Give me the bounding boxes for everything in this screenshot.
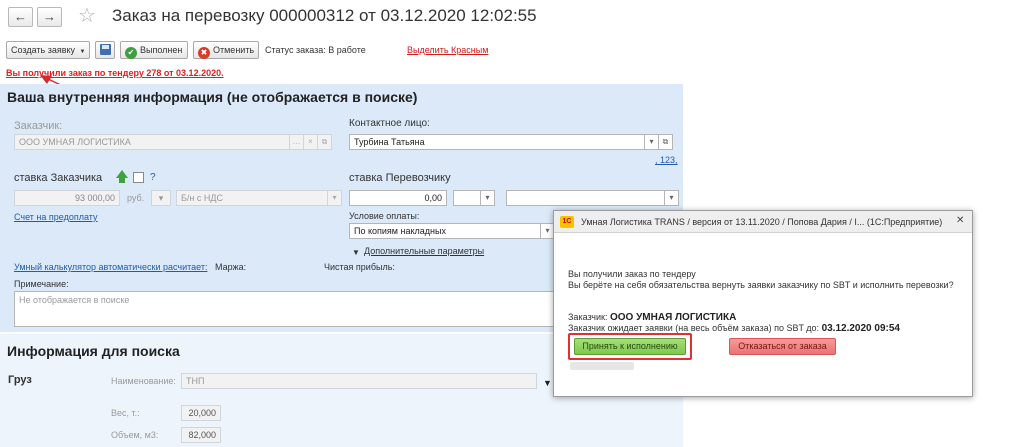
dialog-line-2: Вы берёте на себя обязательства вернуть … — [568, 280, 954, 290]
contact-field[interactable]: Турбина Татьяна — [349, 134, 645, 150]
arrow-up-green-icon — [116, 170, 128, 178]
highlight-red-link[interactable]: Выделить Красным — [407, 45, 488, 55]
help-question-link[interactable]: ? — [150, 172, 156, 183]
note-label: Примечание: — [14, 279, 69, 289]
carrier-vat-dropdown-icon[interactable]: ▾ — [665, 190, 679, 206]
carrier-currency-dropdown-icon[interactable]: ▾ — [481, 190, 495, 206]
extra-params-link[interactable]: Дополнительные параметры — [364, 246, 484, 256]
vat-dropdown-icon[interactable]: ▾ — [328, 190, 342, 206]
dialog-customer-prefix: Заказчик: — [568, 312, 610, 322]
dialog-deadline-value: 03.12.2020 09:54 — [821, 323, 900, 334]
weight-label: Вес, т.: — [111, 408, 140, 418]
volume-field[interactable]: 82,000 — [181, 427, 221, 443]
prepayment-invoice-link[interactable]: Счет на предоплату — [14, 212, 98, 222]
customer-label: Заказчик: — [14, 120, 63, 132]
dialog-header[interactable]: 1С Умная Логистика TRANS / версия от 13.… — [554, 211, 972, 233]
carrier-vat-field[interactable] — [506, 190, 665, 206]
dialog-customer: Заказчик: ООО УМНАЯ ЛОГИСТИКА — [568, 312, 736, 323]
currency-dropdown[interactable]: ▾ — [151, 190, 171, 206]
net-profit-label: Чистая прибыль: — [324, 262, 395, 272]
accept-order-button[interactable]: Принять к исполнению — [574, 338, 686, 355]
contact-open-icon[interactable]: ⧉ — [659, 134, 673, 150]
note-textarea[interactable]: Не отображается в поиске — [14, 291, 554, 327]
app-logo-icon: 1С — [560, 216, 574, 228]
carrier-rate-field[interactable]: 0,00 — [349, 190, 447, 206]
carrier-rate-label: ставка Перевозчику — [349, 172, 451, 184]
customer-open-icon[interactable]: ⧉ — [318, 134, 332, 150]
customer-rate-field[interactable]: 93 000,00 — [14, 190, 120, 206]
done-label: Выполнен — [140, 45, 183, 55]
currency-label: руб. — [127, 193, 145, 203]
cargo-label: Груз — [8, 374, 32, 386]
customer-clear-icon[interactable]: × — [304, 134, 318, 150]
decline-order-button[interactable]: Отказаться от заказа — [729, 338, 836, 355]
customer-rate-label: ставка Заказчика — [14, 172, 103, 184]
margin-label: Маржа: — [215, 262, 247, 272]
dialog-deadline-prefix: Заказчик ожидает заявки (на весь объём з… — [568, 323, 822, 333]
tender-confirm-dialog: 1С Умная Логистика TRANS / версия от 13.… — [553, 210, 973, 397]
cancel-order-button[interactable]: ✖ Отменить — [193, 41, 259, 59]
vat-field[interactable]: Б/н с НДС — [176, 190, 328, 206]
internal-info-title: Ваша внутренняя информация (не отображае… — [7, 89, 418, 105]
cargo-name-label: Наименование: — [111, 376, 176, 386]
cancel-circle-icon: ✖ — [198, 47, 210, 59]
search-info-title: Информация для поиска — [7, 343, 180, 359]
cancel-label: Отменить — [213, 45, 255, 55]
carrier-currency-field[interactable] — [453, 190, 481, 206]
contact-dropdown-icon[interactable]: ▾ — [645, 134, 659, 150]
customer-select-button[interactable]: … — [290, 134, 304, 150]
blurred-redaction — [570, 362, 634, 370]
expand-triangle-icon[interactable]: ▼ — [352, 248, 360, 257]
payment-condition-field[interactable]: По копиям накладных — [349, 223, 541, 239]
weight-field[interactable]: 20,000 — [181, 405, 221, 421]
page-title: Заказ на перевозку 000000312 от 03.12.20… — [112, 6, 537, 25]
dialog-customer-name: ООО УМНАЯ ЛОГИСТИКА — [609, 312, 737, 323]
dialog-line-1: Вы получили заказ по тендеру — [568, 269, 696, 279]
order-status-text: Статус заказа: В работе — [265, 45, 366, 55]
contact-label: Контактное лицо: — [349, 118, 430, 129]
close-icon[interactable]: ✕ — [956, 215, 964, 226]
customer-rate-checkbox[interactable] — [133, 172, 144, 183]
contact-phone-link[interactable]: , 123, — [655, 155, 678, 165]
customer-field[interactable]: ООО УМНАЯ ЛОГИСТИКА — [14, 134, 290, 150]
calculator-link[interactable]: Умный калькулятор автоматически расчитае… — [14, 262, 207, 272]
volume-label: Объем, м3: — [111, 430, 159, 440]
payment-condition-label: Условие оплаты: — [349, 211, 420, 221]
dialog-title: Умная Логистика TRANS / версия от 13.11.… — [581, 217, 943, 227]
note-placeholder: Не отображается в поиске — [19, 295, 130, 305]
cargo-name-field[interactable]: ТНП — [181, 373, 537, 389]
cargo-expand-triangle-icon[interactable]: ▼ — [543, 378, 552, 388]
